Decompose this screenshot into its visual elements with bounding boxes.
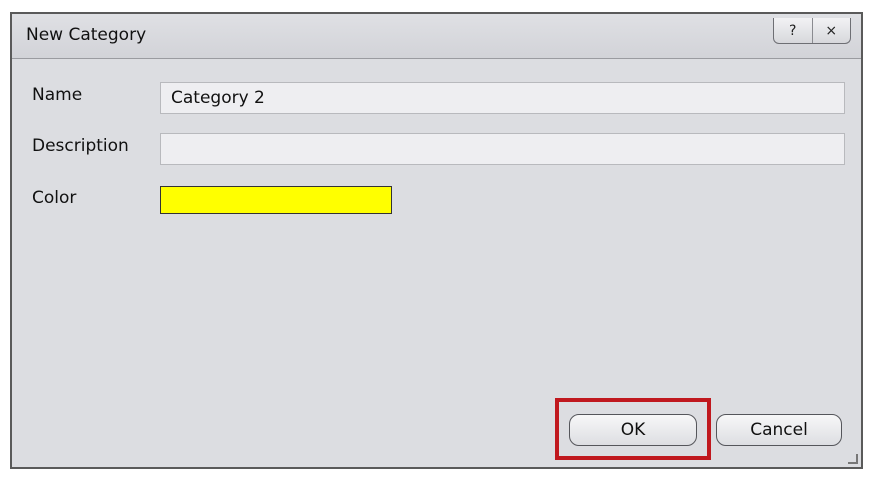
- ok-button[interactable]: OK: [569, 414, 697, 446]
- dialog-title: New Category: [26, 25, 147, 45]
- new-category-dialog: New Category ? × Name Category 2 Descrip…: [10, 12, 863, 469]
- caption-buttons: ? ×: [773, 18, 851, 44]
- cancel-button[interactable]: Cancel: [716, 414, 842, 446]
- name-label: Name: [32, 85, 83, 105]
- color-label: Color: [32, 188, 77, 208]
- color-swatch[interactable]: [160, 186, 392, 214]
- cancel-button-label: Cancel: [750, 420, 808, 440]
- name-field[interactable]: Category 2: [160, 82, 845, 114]
- close-button[interactable]: ×: [811, 18, 851, 43]
- help-button[interactable]: ?: [774, 18, 812, 43]
- resize-grip[interactable]: [848, 454, 858, 464]
- help-icon: ?: [789, 22, 797, 39]
- description-label: Description: [32, 136, 129, 156]
- close-icon: ×: [825, 22, 838, 39]
- title-bar[interactable]: New Category ? ×: [12, 14, 861, 59]
- ok-button-label: OK: [620, 420, 646, 440]
- description-field[interactable]: [160, 133, 845, 165]
